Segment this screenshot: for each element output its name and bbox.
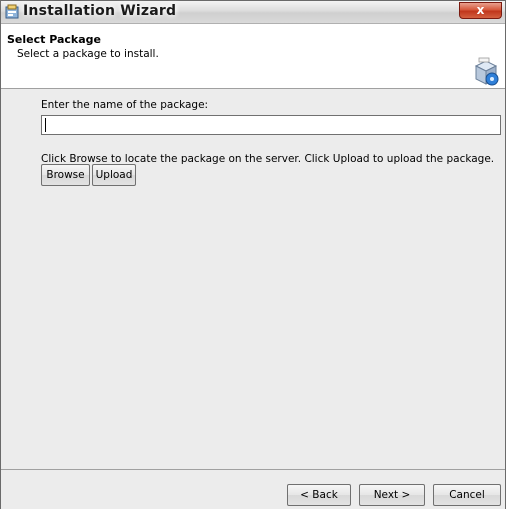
wizard-footer: < Back Next > Cancel <box>1 469 505 509</box>
installation-wizard-window: Installation Wizard x Select Package Sel… <box>0 0 506 509</box>
wizard-content: Enter the name of the package: Click Bro… <box>1 89 505 469</box>
window-title: Installation Wizard <box>23 3 177 19</box>
cancel-button[interactable]: Cancel <box>433 484 501 506</box>
package-box-icon <box>473 57 499 87</box>
title-bar[interactable]: Installation Wizard x <box>1 1 505 24</box>
page-title: Select Package <box>7 33 102 46</box>
wizard-header: Select Package Select a package to insta… <box>1 24 505 89</box>
next-button[interactable]: Next > <box>359 484 425 506</box>
package-name-input[interactable] <box>41 115 501 135</box>
package-name-label: Enter the name of the package: <box>41 99 209 111</box>
page-subtitle: Select a package to install. <box>17 48 159 60</box>
close-button[interactable]: x <box>459 2 502 19</box>
installer-icon <box>5 4 19 19</box>
back-button[interactable]: < Back <box>287 484 351 506</box>
upload-button[interactable]: Upload <box>92 164 136 186</box>
text-caret <box>45 118 46 132</box>
browse-button[interactable]: Browse <box>41 164 90 186</box>
close-icon: x <box>476 3 485 17</box>
